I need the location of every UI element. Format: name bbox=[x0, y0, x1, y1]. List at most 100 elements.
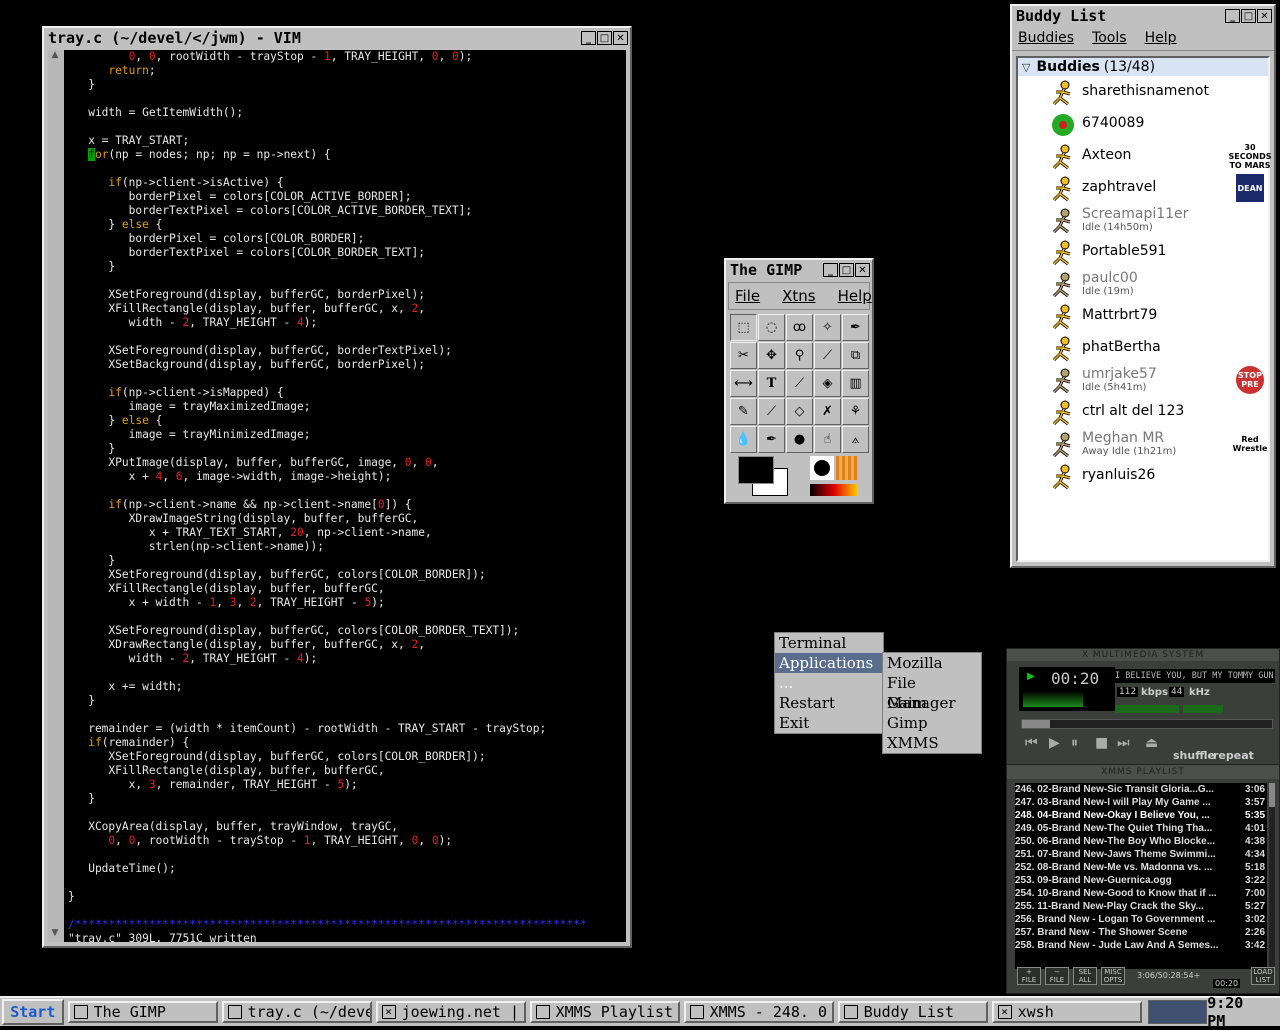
playlist-row[interactable]: 250. 06-Brand New-The Boy Who Blocke... 4… bbox=[1015, 835, 1267, 848]
maximize-icon[interactable]: □ bbox=[597, 31, 612, 45]
close-icon[interactable]: ✕ bbox=[613, 31, 628, 45]
vim-titlebar[interactable]: tray.c (~/devel/</jwm) - VIM _ □ ✕ bbox=[44, 28, 630, 48]
xmms-title[interactable]: X MULTIMEDIA SYSTEM bbox=[1007, 649, 1279, 661]
gimp-titlebar[interactable]: The GIMP _ □ ✕ bbox=[726, 260, 872, 280]
playlist-title[interactable]: XMMS PLAYLIST bbox=[1007, 765, 1279, 779]
playlist-scrollbar[interactable] bbox=[1269, 783, 1275, 969]
volume-slider[interactable] bbox=[1115, 705, 1179, 713]
buddy-row[interactable]: zaphtravel DEAN bbox=[1018, 172, 1268, 204]
load-list-button[interactable]: LOAD LIST bbox=[1251, 967, 1275, 985]
buddy-row[interactable]: Meghan MR Away Idle (1h21m) Red Wrestle bbox=[1018, 428, 1268, 460]
taskbar-button[interactable]: Buddy List bbox=[837, 1001, 988, 1023]
close-icon[interactable]: ✕ bbox=[855, 263, 870, 277]
menu-item-file-manager[interactable]: File Manager bbox=[883, 673, 981, 712]
ellipse-select-icon[interactable]: ◌ bbox=[758, 314, 785, 341]
scissors-icon[interactable]: ✂ bbox=[730, 342, 757, 369]
taskbar-button[interactable]: XMMS Playlist bbox=[529, 1001, 680, 1023]
paintbrush-icon[interactable]: ⟋ bbox=[758, 398, 785, 425]
bezier-select-icon[interactable]: ✒ bbox=[842, 314, 869, 341]
menu-item-applications[interactable]: Applications ... bbox=[775, 653, 883, 692]
start-button[interactable]: Start bbox=[2, 999, 64, 1025]
menu-item-xmms[interactable]: XMMS bbox=[883, 733, 981, 753]
magnify-icon[interactable]: ⚲ bbox=[786, 342, 813, 369]
menu-buddies[interactable]: Buddies bbox=[1018, 30, 1074, 46]
menu-help[interactable]: Help bbox=[1145, 30, 1177, 46]
xmms-playlist[interactable]: XMMS PLAYLIST 246. 02-Brand New-Sic Tran… bbox=[1006, 764, 1280, 994]
playlist-row[interactable]: 246. 02-Brand New-Sic Transit Gloria...G… bbox=[1015, 783, 1267, 796]
menu-item-exit[interactable]: Exit bbox=[775, 713, 883, 733]
measure-icon[interactable]: ⟑ bbox=[842, 426, 869, 453]
gimp-window[interactable]: The GIMP _ □ ✕ File Xtns Help ⬚ ◌ ꝏ ✧ ✒ … bbox=[724, 258, 874, 504]
buddy-row[interactable]: Portable591 bbox=[1018, 236, 1268, 268]
menu-help[interactable]: Help bbox=[838, 287, 872, 305]
menu-item-terminal[interactable]: Terminal bbox=[775, 633, 883, 653]
vim-window[interactable]: tray.c (~/devel/</jwm) - VIM _ □ ✕ ▲ ▼ 0… bbox=[42, 26, 632, 948]
repeat-button[interactable]: repeat bbox=[1213, 749, 1254, 762]
airbrush-icon[interactable]: ✗ bbox=[814, 398, 841, 425]
minimize-icon[interactable]: _ bbox=[1225, 9, 1240, 23]
move-icon[interactable]: ✥ bbox=[758, 342, 785, 369]
minimize-icon[interactable]: _ bbox=[823, 263, 838, 277]
taskbar-button[interactable]: XMMS - 248. 0 bbox=[683, 1001, 834, 1023]
scroll-down-icon[interactable]: ▼ bbox=[48, 928, 62, 942]
playlist-row[interactable]: 253. 09-Brand New-Guernica.ogg 3:22 bbox=[1015, 874, 1267, 887]
playlist-row[interactable]: 251. 07-Brand New-Jaws Theme Swimmi... 4:… bbox=[1015, 848, 1267, 861]
ink-icon[interactable]: ✒ bbox=[758, 426, 785, 453]
playlist-row[interactable]: 247. 03-Brand New-I will Play My Game ..… bbox=[1015, 796, 1267, 809]
vim-editor[interactable]: ▲ ▼ 0, 0, rootWidth - trayStop - 1, TRAY… bbox=[48, 50, 626, 942]
remove-file-button[interactable]: − FILE bbox=[1045, 967, 1069, 985]
taskbar-button[interactable]: ✕ xwsh bbox=[991, 1001, 1142, 1023]
buddy-row[interactable]: sharethisnamenot bbox=[1018, 76, 1268, 108]
bucket-fill-icon[interactable]: ◈ bbox=[814, 370, 841, 397]
brush-pattern-gradient-preview[interactable] bbox=[808, 456, 860, 498]
xmms-time[interactable]: 00:20 bbox=[1051, 669, 1099, 688]
menu-file[interactable]: File bbox=[735, 287, 760, 305]
text-icon[interactable]: T bbox=[758, 370, 785, 397]
buddy-row[interactable]: Axteon 30 SECONDS TO MARS bbox=[1018, 140, 1272, 172]
flip-icon[interactable]: ⟷ bbox=[730, 370, 757, 397]
buddy-row[interactable]: phatBertha bbox=[1018, 332, 1268, 364]
transform-icon[interactable]: ⧉ bbox=[842, 342, 869, 369]
taskbar-button[interactable]: ✕ joewing.net | N bbox=[375, 1001, 526, 1023]
pencil-icon[interactable]: ✎ bbox=[730, 398, 757, 425]
dodge-icon[interactable]: ● bbox=[786, 426, 813, 453]
close-icon[interactable]: ✕ bbox=[1257, 9, 1272, 23]
buddy-titlebar[interactable]: Buddy List _ □ ✕ bbox=[1012, 6, 1274, 26]
taskbar-button[interactable]: tray.c (~/devel bbox=[221, 1001, 372, 1023]
eject-icon[interactable]: ⏏ bbox=[1145, 735, 1158, 751]
stop-icon[interactable]: ■ bbox=[1095, 735, 1108, 751]
xmms-player[interactable]: X MULTIMEDIA SYSTEM ▶ 00:20 I BELIEVE YO… bbox=[1006, 648, 1280, 766]
balance-slider[interactable] bbox=[1183, 705, 1223, 713]
playlist-row[interactable]: 257. Brand New - The Shower Scene 2:26 bbox=[1015, 926, 1267, 939]
add-file-button[interactable]: + FILE bbox=[1017, 967, 1041, 985]
buddy-row[interactable]: paulc00 Idle (19m) bbox=[1018, 268, 1268, 300]
vim-scrollbar[interactable]: ▲ ▼ bbox=[48, 50, 64, 942]
color-picker-icon[interactable]: ⟋ bbox=[786, 370, 813, 397]
maximize-icon[interactable]: □ bbox=[839, 263, 854, 277]
menu-item-mozilla[interactable]: Mozilla bbox=[883, 653, 981, 673]
select-all-button[interactable]: SEL ALL bbox=[1073, 967, 1097, 985]
crop-icon[interactable]: ⟋ bbox=[814, 342, 841, 369]
blur-icon[interactable]: 💧 bbox=[730, 426, 757, 453]
prev-icon[interactable]: ⏮ bbox=[1025, 735, 1038, 751]
fg-bg-color-swatch[interactable] bbox=[734, 456, 794, 500]
next-icon[interactable]: ⏭ bbox=[1117, 735, 1130, 751]
seek-bar[interactable] bbox=[1021, 719, 1273, 729]
buddy-group-header[interactable]: ▽ Buddies (13/48) bbox=[1018, 58, 1268, 76]
vim-code-area[interactable]: 0, 0, rootWidth - trayStop - 1, TRAY_HEI… bbox=[68, 50, 626, 942]
buddy-row[interactable]: umrjake57 Idle (5h41m) STOP PRE bbox=[1018, 364, 1268, 396]
misc-options-button[interactable]: MISC OPTS bbox=[1101, 967, 1125, 985]
playlist-row[interactable]: 256. Brand New - Logan To Government ...… bbox=[1015, 913, 1267, 926]
playlist-row[interactable]: 252. 08-Brand New-Me vs. Madonna vs. ...… bbox=[1015, 861, 1267, 874]
lasso-icon[interactable]: ꝏ bbox=[786, 314, 813, 341]
playlist-row[interactable]: 255. 11-Brand New-Play Crack the Sky... 5… bbox=[1015, 900, 1267, 913]
maximize-icon[interactable]: □ bbox=[1241, 9, 1256, 23]
gradient-icon[interactable]: ▥ bbox=[842, 370, 869, 397]
menu-item-gimp[interactable]: Gimp bbox=[883, 713, 981, 733]
playlist-row[interactable]: 248. 04-Brand New-Okay I Believe You, ..… bbox=[1015, 809, 1267, 822]
clone-icon[interactable]: ⚘ bbox=[842, 398, 869, 425]
buddy-list-window[interactable]: Buddy List _ □ ✕ Buddies Tools Help ▽ Bu… bbox=[1010, 4, 1276, 568]
shuffle-button[interactable]: shuffle bbox=[1173, 749, 1215, 762]
play-icon[interactable]: ▶ bbox=[1049, 735, 1060, 751]
smudge-icon[interactable]: ☝ bbox=[814, 426, 841, 453]
